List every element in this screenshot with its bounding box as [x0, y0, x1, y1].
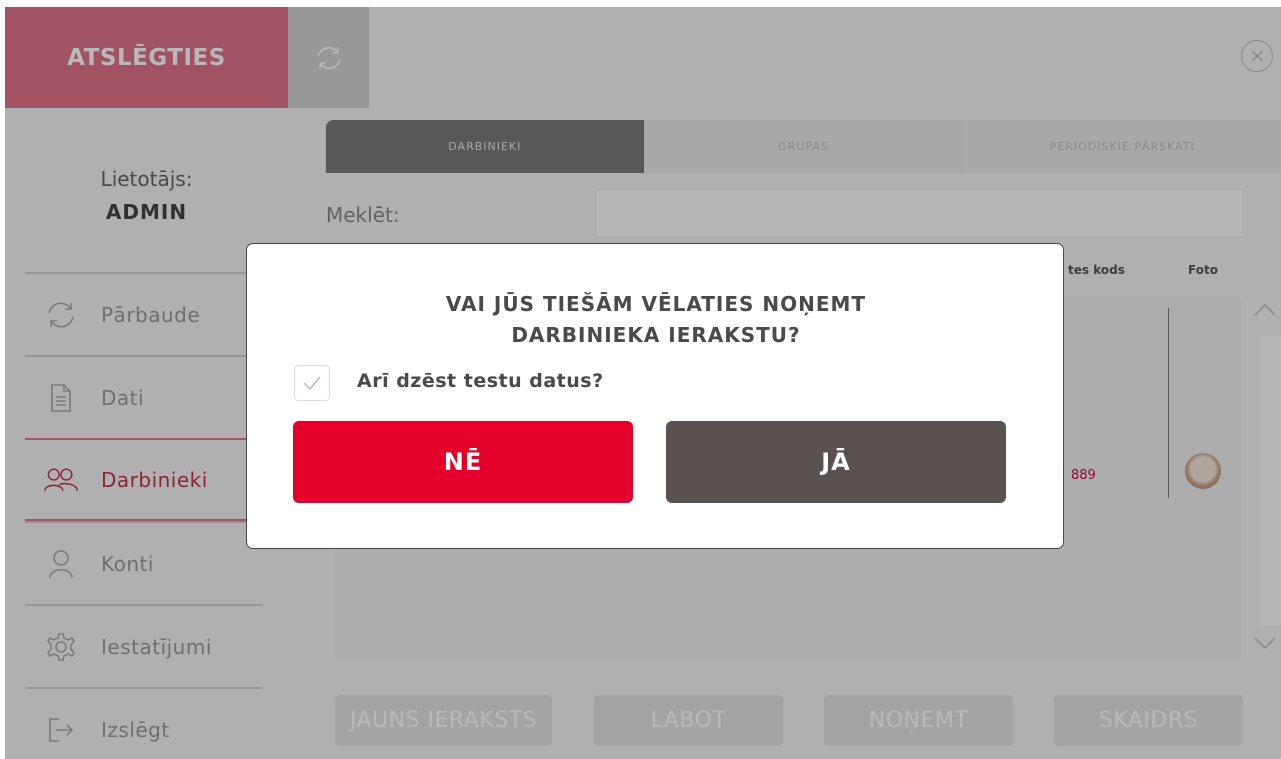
- dialog-title-line-2: DARBINIEKA IERAKSTU?: [511, 323, 801, 347]
- confirm-delete-dialog: VAI JŪS TIEŠĀM VĒLATIES NOŅEMT DARBINIEK…: [246, 243, 1064, 549]
- dialog-title: VAI JŪS TIEŠĀM VĒLATIES NOŅEMT DARBINIEK…: [247, 289, 1065, 351]
- delete-test-data-label[interactable]: Arī dzēst testu datus?: [357, 370, 604, 392]
- no-button[interactable]: NĒ: [293, 421, 633, 503]
- dialog-title-line-1: VAI JŪS TIEŠĀM VĒLATIES NOŅEMT: [445, 292, 867, 316]
- yes-button[interactable]: JĀ: [666, 421, 1006, 503]
- delete-test-data-checkbox[interactable]: [294, 365, 330, 401]
- check-icon: [303, 376, 321, 391]
